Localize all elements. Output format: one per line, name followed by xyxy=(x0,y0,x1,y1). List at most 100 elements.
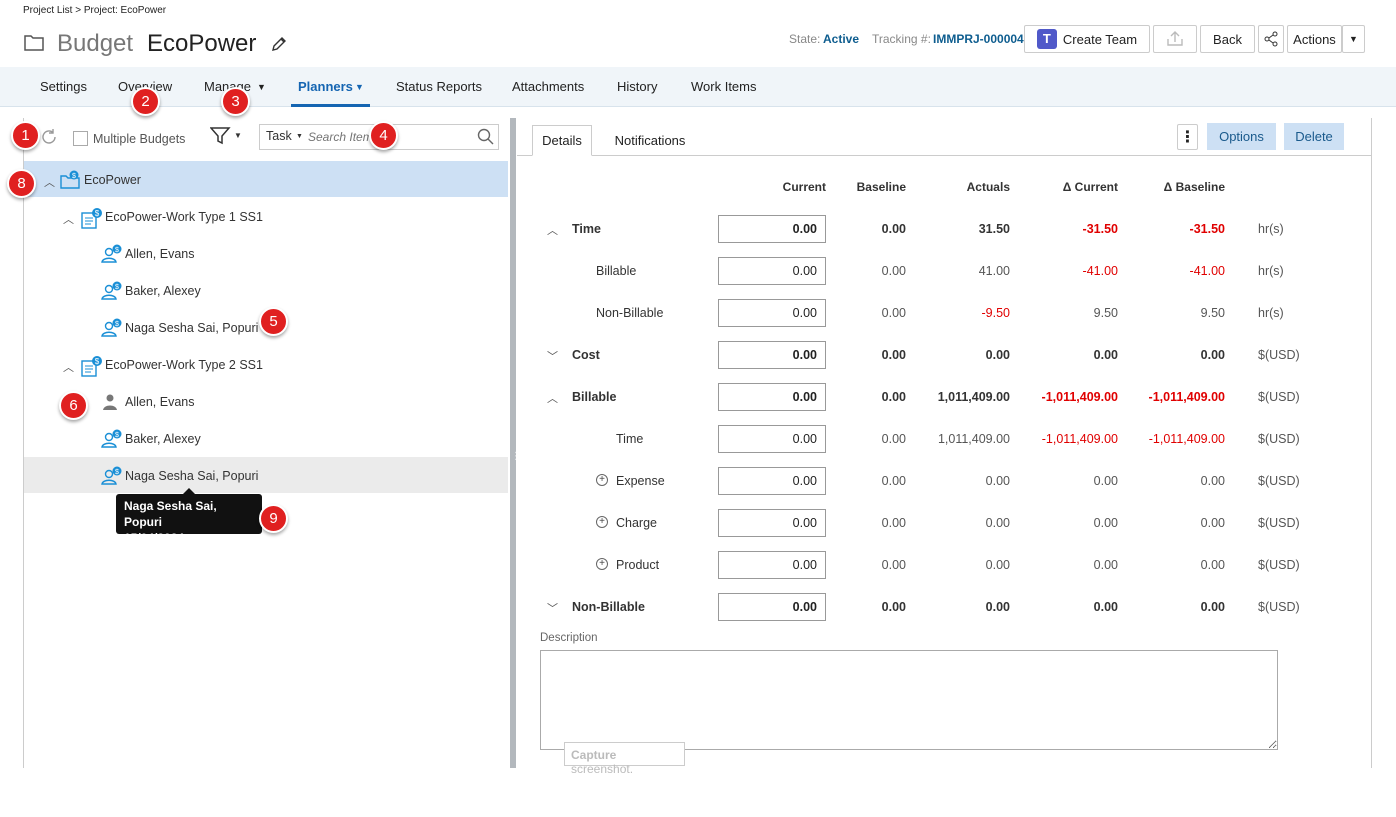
multiple-budgets-checkbox[interactable] xyxy=(73,131,88,146)
delta-baseline-value: 0.00 xyxy=(1200,600,1225,614)
task-caret-icon: ▼ xyxy=(296,133,303,140)
row-label: Charge xyxy=(616,516,657,530)
annotation-badge: 6 xyxy=(59,391,88,420)
unit-label: $(USD) xyxy=(1258,390,1300,404)
tree-group-label[interactable]: EcoPower-Work Type 2 SS1 xyxy=(105,358,263,372)
svg-text:$: $ xyxy=(115,247,119,254)
delta-current-value: 0.00 xyxy=(1093,348,1118,362)
tree-resource-label[interactable]: Allen, Evans xyxy=(125,247,194,261)
tab-details[interactable]: Details xyxy=(532,125,592,156)
actuals-value: 1,011,409.00 xyxy=(937,432,1010,446)
export-button[interactable] xyxy=(1153,25,1197,53)
unit-label: $(USD) xyxy=(1258,516,1300,530)
tree-resource-label[interactable]: Allen, Evans xyxy=(125,395,194,409)
row-label: Time xyxy=(572,222,601,236)
tree-row-hover xyxy=(24,457,508,493)
tab-work-items[interactable]: Work Items xyxy=(691,79,757,94)
search-icon[interactable] xyxy=(477,128,495,149)
delta-baseline-value: 0.00 xyxy=(1200,516,1225,530)
actions-dropdown-button[interactable]: ▼ xyxy=(1342,25,1365,53)
tree-group-label[interactable]: EcoPower-Work Type 1 SS1 xyxy=(105,210,263,224)
svg-text:$: $ xyxy=(115,284,119,291)
baseline-value: 0.00 xyxy=(881,432,906,446)
tree-resource-label[interactable]: Naga Sesha Sai, Popuri xyxy=(125,469,258,483)
billable-person-icon: $ xyxy=(101,244,123,267)
actuals-value: 0.00 xyxy=(985,348,1010,362)
breadcrumb[interactable]: Project List > Project: EcoPower xyxy=(23,5,166,16)
tab-history[interactable]: History xyxy=(617,79,657,94)
unit-label: hr(s) xyxy=(1258,306,1284,320)
create-team-button[interactable]: T Create Team xyxy=(1024,25,1150,53)
collapse-group1-icon[interactable]: ︿ xyxy=(63,211,74,227)
collapse-group2-icon[interactable]: ︿ xyxy=(63,359,74,375)
tree-resource-label[interactable]: Naga Sesha Sai, Popuri xyxy=(125,321,258,335)
filter-icon[interactable] xyxy=(209,126,232,149)
actions-button[interactable]: Actions xyxy=(1287,25,1342,53)
teams-icon: T xyxy=(1036,29,1057,49)
svg-text:$: $ xyxy=(115,321,119,328)
expand-product-icon[interactable]: + xyxy=(596,558,608,570)
delta-baseline-value: 0.00 xyxy=(1200,474,1225,488)
baseline-value: 0.00 xyxy=(881,558,906,572)
delta-current-value: -1,011,409.00 xyxy=(1041,390,1118,404)
tooltip-dates: 15/04/2024 - 30/06/2025 xyxy=(124,531,192,561)
tracking-value: IMMPRJ-000004 xyxy=(933,32,1024,46)
tracking-label: Tracking #: xyxy=(872,32,931,46)
actuals-value: 0.00 xyxy=(985,516,1010,530)
billable-person-icon: $ xyxy=(101,281,123,304)
collapse-root-icon[interactable]: ︿ xyxy=(44,174,55,190)
svg-text:$: $ xyxy=(95,209,100,218)
delta-baseline-value: 9.50 xyxy=(1200,306,1225,320)
delta-current-value: 0.00 xyxy=(1093,558,1118,572)
tab-notifications[interactable]: Notifications xyxy=(604,125,696,156)
tree-resource-label[interactable]: Baker, Alexey xyxy=(125,284,201,298)
tab-status-reports[interactable]: Status Reports xyxy=(396,79,482,94)
description-textarea[interactable] xyxy=(540,650,1278,750)
collapse-billable-icon[interactable]: ︿ xyxy=(547,390,558,406)
multiple-budgets-label: Multiple Budgets xyxy=(93,132,186,146)
pencil-icon[interactable] xyxy=(270,35,288,56)
panel-splitter[interactable] xyxy=(510,118,516,768)
kebab-icon: ⋮ xyxy=(1179,129,1196,146)
more-menu-button[interactable]: ⋮ xyxy=(1177,124,1198,150)
actuals-value: 31.50 xyxy=(978,222,1010,236)
active-tab-indicator xyxy=(291,104,370,107)
upload-icon xyxy=(1167,31,1183,46)
refresh-icon[interactable] xyxy=(39,127,59,150)
share-button[interactable] xyxy=(1258,25,1284,53)
tree-resource-label[interactable]: Baker, Alexey xyxy=(125,432,201,446)
billable-person-icon: $ xyxy=(101,429,123,452)
billable-person-icon: $ xyxy=(101,318,123,341)
capture-rest: screenshot. xyxy=(571,762,634,776)
delta-current-value: 9.50 xyxy=(1093,306,1118,320)
options-button[interactable]: Options xyxy=(1207,123,1276,150)
budget-folder-icon: $ xyxy=(60,170,80,193)
delta-baseline-value: -41.00 xyxy=(1189,264,1225,278)
capture-bold: Capture xyxy=(571,748,617,762)
tab-settings[interactable]: Settings xyxy=(40,79,87,94)
unit-label: hr(s) xyxy=(1258,222,1284,236)
delete-button[interactable]: Delete xyxy=(1284,123,1344,150)
expand-cost-icon[interactable]: ﹀ xyxy=(547,348,558,364)
tree-root-label[interactable]: EcoPower xyxy=(84,173,141,187)
annotation-badge: 3 xyxy=(221,87,250,116)
expand-expense-icon[interactable]: + xyxy=(596,474,608,486)
expand-non-billable-icon[interactable]: ﹀ xyxy=(547,600,558,616)
task-select[interactable]: Task xyxy=(266,129,292,143)
tab-planners[interactable]: Planners xyxy=(298,79,353,94)
tab-attachments[interactable]: Attachments xyxy=(512,79,584,94)
collapse-time-icon[interactable]: ︿ xyxy=(547,222,558,238)
actuals-value: 0.00 xyxy=(985,474,1010,488)
delta-baseline-value: 0.00 xyxy=(1200,558,1225,572)
filter-caret-icon[interactable]: ▼ xyxy=(234,131,242,140)
folder-icon xyxy=(24,33,44,54)
expand-charge-icon[interactable]: + xyxy=(596,516,608,528)
billable-person-icon: $ xyxy=(101,466,123,489)
baseline-value: 0.00 xyxy=(881,516,906,530)
baseline-value: 0.00 xyxy=(881,264,906,278)
annotation-badge: 9 xyxy=(259,504,288,533)
capture-screenshot-button[interactable]: Capture screenshot. xyxy=(564,742,685,776)
unit-label: hr(s) xyxy=(1258,264,1284,278)
annotation-badge: 1 xyxy=(11,121,40,150)
back-button[interactable]: Back xyxy=(1200,25,1255,53)
